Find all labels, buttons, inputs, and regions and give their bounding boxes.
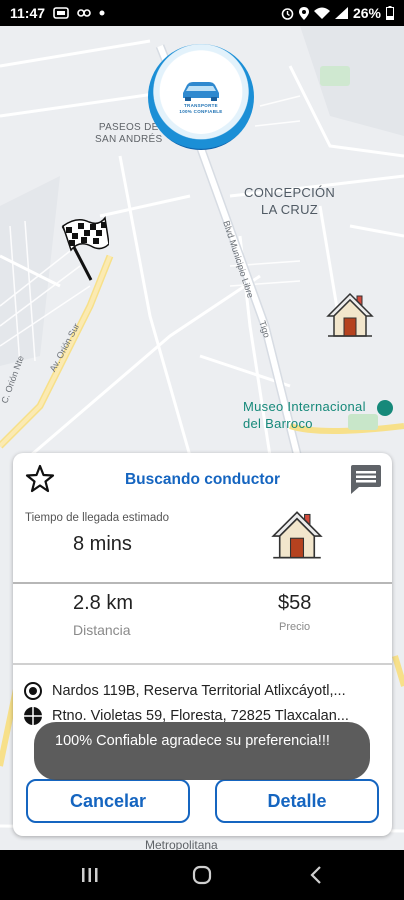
recent-apps-icon	[82, 868, 98, 882]
signal-icon	[334, 7, 348, 19]
house-icon	[271, 508, 323, 567]
eta-label: Tiempo de llegada estimado	[25, 512, 170, 524]
detail-button[interactable]: Detalle	[215, 779, 379, 823]
price-label: Precio	[279, 621, 311, 633]
target-icon	[24, 682, 42, 700]
chat-button[interactable]	[348, 463, 382, 495]
museum-icon	[377, 400, 393, 416]
chat-icon	[351, 465, 381, 494]
map-label-paseos: PASEOS DE SAN ANDRÉS	[95, 122, 163, 145]
back-icon	[310, 866, 321, 884]
back-button[interactable]	[296, 850, 336, 900]
home-icon	[192, 865, 212, 885]
dot-icon	[99, 10, 105, 16]
map-label-concepcion: CONCEPCIÓN LA CRUZ	[244, 185, 336, 217]
divider	[13, 663, 392, 665]
notification-icon	[53, 7, 69, 19]
status-bar: 11:47 26%	[0, 0, 404, 26]
location-icon	[298, 6, 309, 20]
logo-text: TRANSPORTE 100% CONFIABLE	[179, 103, 223, 114]
map-label-museo: Museo Internacional del Barroco	[243, 399, 366, 431]
wifi-icon	[313, 7, 330, 19]
home-button[interactable]	[182, 850, 222, 900]
crosshair-icon	[24, 707, 42, 725]
trip-card-header: Buscando conductor Tiempo de llegada est…	[13, 453, 392, 583]
status-time: 11:47	[10, 5, 46, 21]
map-label-metropolitana: Metropolitana	[145, 838, 218, 850]
price-value: $58	[278, 592, 312, 614]
car-logo-icon	[183, 82, 219, 101]
eta-value: 8 mins	[73, 533, 132, 555]
checkered-flag-icon	[55, 214, 110, 287]
alarm-icon	[281, 7, 294, 20]
toast-message: 100% Confiable agradece su preferencia!!…	[34, 722, 370, 780]
origin-address-row: Nardos 119B, Reserva Territorial Atlixcá…	[23, 681, 388, 701]
distance-label: Distancia	[73, 622, 131, 638]
link-icon	[77, 8, 91, 18]
distance-value: 2.8 km	[73, 592, 134, 614]
recent-apps-button[interactable]	[70, 850, 110, 900]
battery-percentage: 26%	[352, 5, 381, 21]
system-nav-bar	[0, 850, 404, 900]
battery-icon	[386, 6, 394, 20]
house-icon	[326, 290, 374, 345]
trip-status-title: Buscando conductor	[124, 471, 280, 488]
cancel-button[interactable]: Cancelar	[26, 779, 190, 823]
company-logo: TRANSPORTE 100% CONFIABLE	[148, 44, 254, 150]
origin-address: Nardos 119B, Reserva Territorial Atlixcá…	[52, 683, 346, 699]
divider	[13, 582, 392, 584]
